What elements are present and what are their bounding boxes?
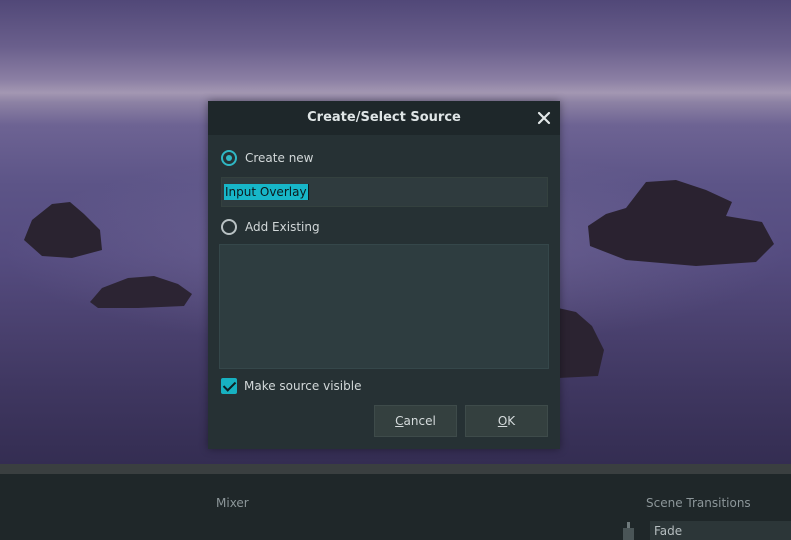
create-select-source-dialog: Create/Select Source Create new Input Ov… (208, 101, 560, 449)
scene-transitions-title: Scene Transitions (646, 496, 751, 510)
add-existing-label: Add Existing (245, 220, 320, 234)
create-new-option[interactable]: Create new (221, 149, 314, 167)
close-icon[interactable] (534, 108, 554, 128)
add-existing-option[interactable]: Add Existing (221, 218, 320, 236)
cancel-label-rest: ancel (403, 414, 436, 428)
preview-divider[interactable] (0, 464, 791, 474)
create-new-label: Create new (245, 151, 314, 165)
create-new-radio[interactable] (221, 150, 237, 166)
source-name-value: Input Overlay (224, 184, 308, 200)
source-name-input[interactable]: Input Overlay (221, 177, 548, 207)
rock-left-2 (90, 276, 192, 308)
bottom-dock: Mixer Scene Transitions Fade (0, 474, 791, 540)
mixer-title: Mixer (216, 496, 249, 510)
cancel-mnemonic: C (395, 414, 404, 428)
ok-mnemonic: O (497, 414, 508, 428)
cancel-button[interactable]: Cancel (374, 405, 457, 437)
add-existing-radio[interactable] (221, 219, 237, 235)
make-visible-label: Make source visible (244, 379, 362, 393)
rock-right-2 (558, 308, 604, 378)
text-caret (307, 184, 309, 200)
transition-select[interactable]: Fade (650, 521, 791, 540)
slider-handle-icon[interactable] (623, 522, 634, 540)
dialog-title: Create/Select Source (307, 110, 461, 125)
make-visible-option[interactable]: Make source visible (221, 377, 361, 395)
ok-button[interactable]: OK (465, 405, 548, 437)
make-visible-checkbox[interactable] (221, 378, 237, 394)
rock-right-1 (588, 180, 774, 266)
ok-label-rest: K (507, 414, 516, 428)
rock-left-1 (24, 202, 102, 258)
existing-sources-list[interactable] (219, 244, 549, 369)
